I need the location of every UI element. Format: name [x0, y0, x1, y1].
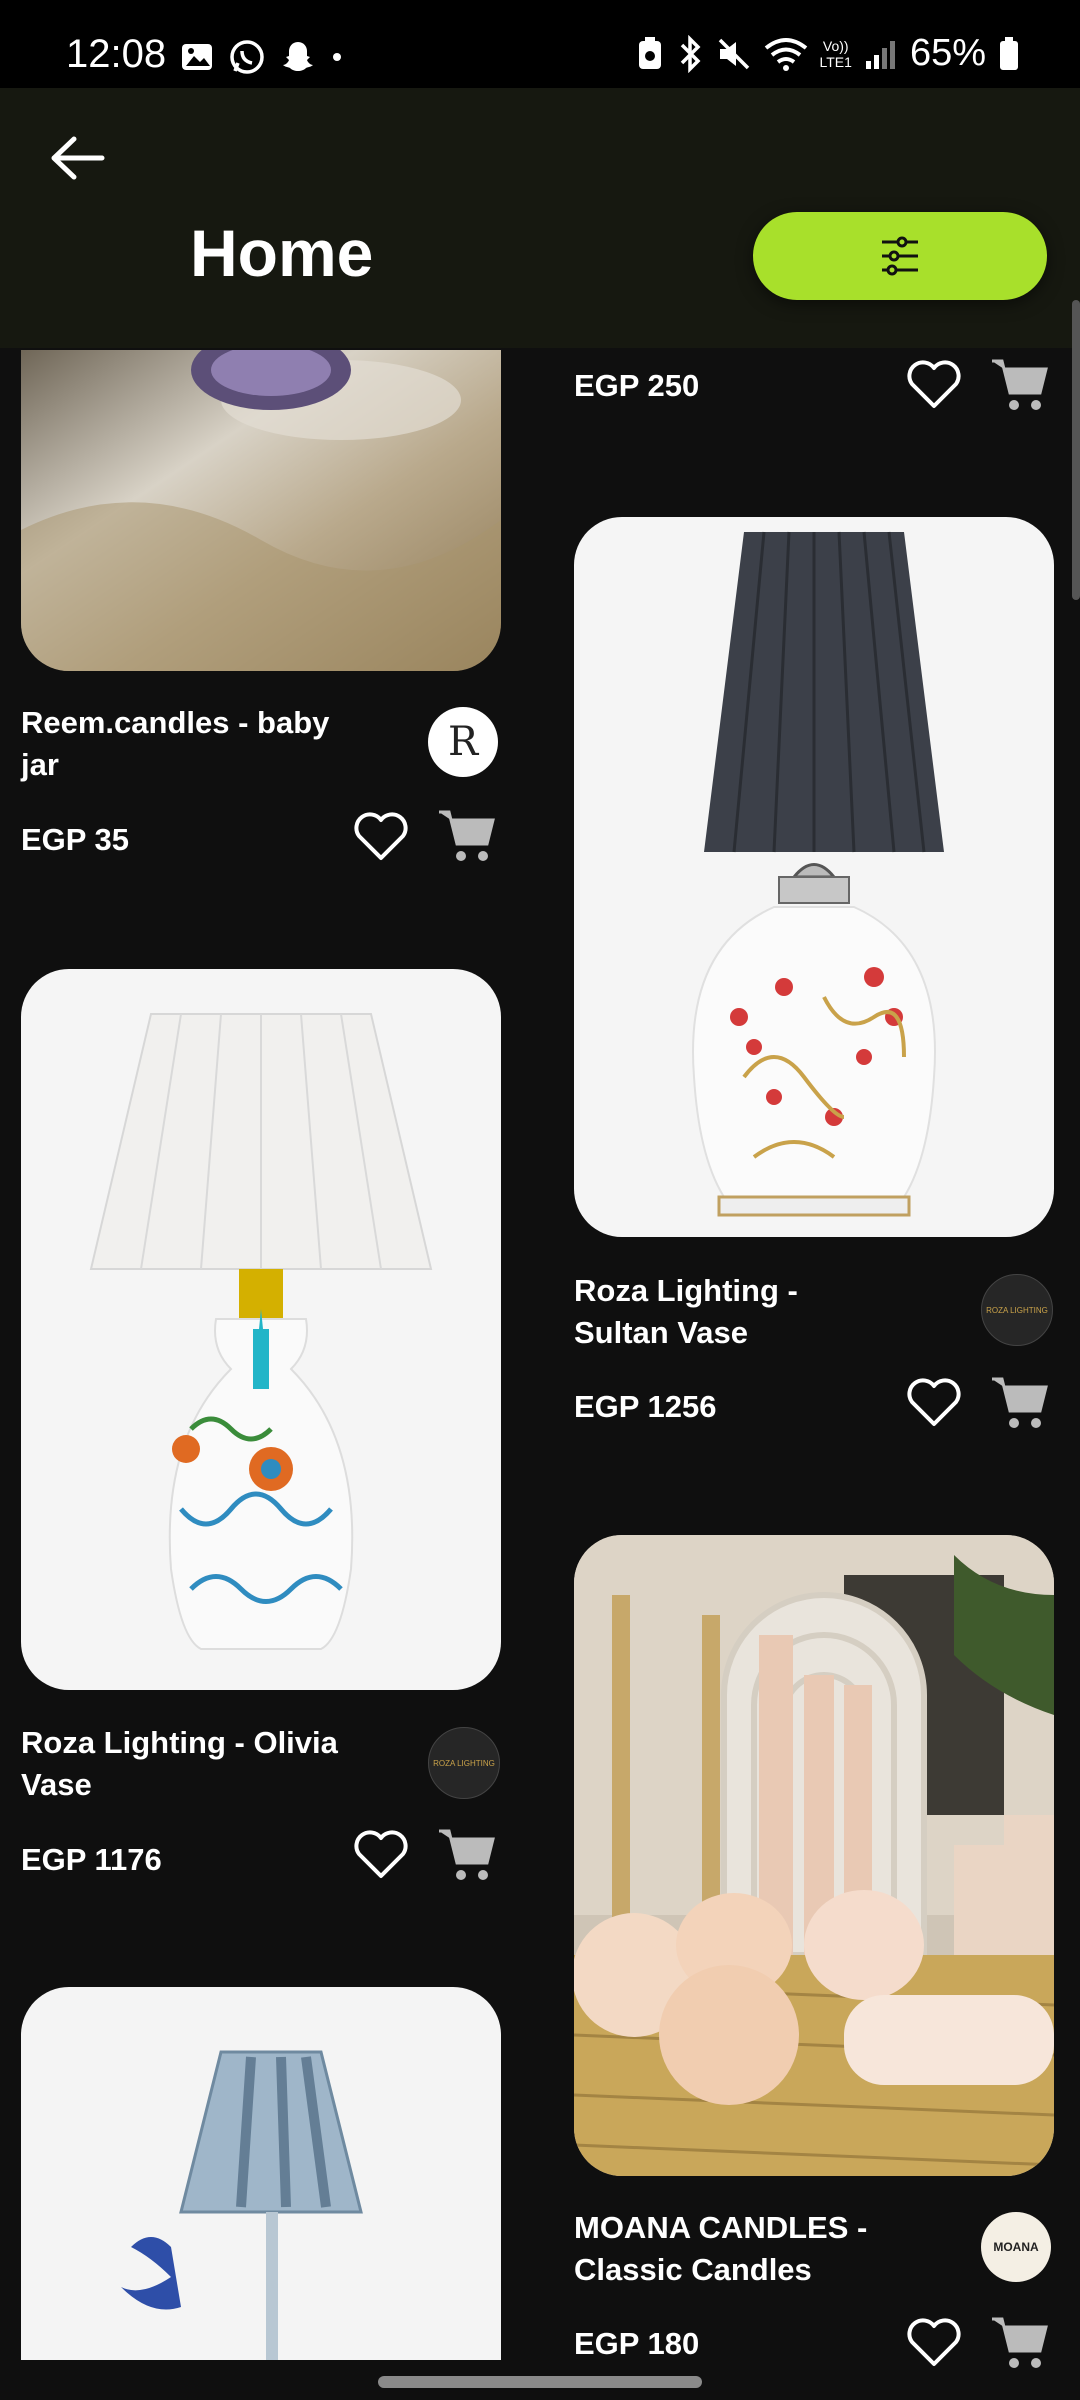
heart-icon[interactable]: [353, 812, 409, 862]
product-image-sultan-vase[interactable]: [574, 517, 1054, 1237]
product-price: EGP 1176: [21, 1842, 162, 1877]
vendor-logo-text: ROZA LIGHTING: [433, 1758, 495, 1768]
lamp-image: [692, 531, 944, 1217]
vendor-logo-text: R: [447, 719, 479, 765]
lte-label: LTE1: [819, 53, 852, 70]
snapchat-icon: [283, 42, 313, 71]
dot-icon: [333, 53, 341, 61]
mute-icon: [718, 38, 749, 69]
battery-icon: [1000, 36, 1018, 70]
vendor-logo-reem[interactable]: R: [428, 707, 498, 777]
scrollbar[interactable]: [1072, 300, 1080, 600]
vendor-logo-roza[interactable]: ROZA LIGHTING: [428, 1727, 500, 1799]
battery-percent: 65%: [909, 32, 986, 74]
product-price: EGP 180: [574, 2326, 700, 2361]
status-bar: 12:08 Vo)) LTE1 65%: [0, 0, 1080, 88]
page-title: Home: [190, 216, 374, 290]
lamp-image: [89, 1013, 433, 1650]
candles-image: [574, 1535, 1054, 2176]
cart-icon[interactable]: [990, 1373, 1050, 1433]
heart-icon[interactable]: [906, 360, 962, 410]
product-image-moana-candles[interactable]: [574, 1535, 1054, 2176]
product-image-reem-candles[interactable]: [21, 350, 501, 671]
glass-lamp-image: [121, 2050, 363, 2360]
candle-jar-image: [21, 350, 501, 671]
back-arrow-icon[interactable]: [48, 133, 108, 183]
app-header: Home: [0, 88, 1080, 348]
filter-button[interactable]: [753, 212, 1047, 300]
signal-icon: [865, 40, 895, 69]
whatsapp-icon: [230, 40, 264, 74]
product-price: EGP 35: [21, 822, 130, 857]
cart-icon[interactable]: [437, 1825, 497, 1885]
heart-icon[interactable]: [353, 1830, 409, 1880]
gallery-icon: [182, 44, 212, 70]
heart-icon[interactable]: [906, 2318, 962, 2368]
home-indicator[interactable]: [378, 2376, 702, 2388]
heart-icon[interactable]: [906, 1378, 962, 1428]
vendor-logo-text: MOANA: [993, 2240, 1039, 2254]
product-name[interactable]: Roza Lighting - Sultan Vase: [574, 1270, 894, 1354]
cart-icon[interactable]: [437, 806, 497, 866]
product-price: EGP 1256: [574, 1389, 717, 1424]
product-name[interactable]: Roza Lighting - Olivia Vase: [21, 1722, 341, 1806]
product-price: EGP 250: [574, 368, 700, 403]
vendor-logo-roza[interactable]: ROZA LIGHTING: [981, 1274, 1053, 1346]
bluetooth-icon: [680, 34, 700, 73]
wifi-icon: [764, 37, 807, 71]
sliders-icon: [882, 236, 918, 276]
vendor-logo-text: ROZA LIGHTING: [986, 1305, 1048, 1315]
system-icons: Vo)) LTE1 65%: [636, 32, 1021, 75]
volte-label: Vo)): [822, 37, 849, 54]
cart-icon[interactable]: [990, 355, 1050, 415]
product-image-olivia-vase[interactable]: [21, 969, 501, 1690]
notification-icons: [180, 38, 344, 76]
product-image-glass-lamp[interactable]: [21, 1987, 501, 2360]
status-time: 12:08: [66, 32, 167, 76]
product-name[interactable]: Reem.candles - baby jar: [21, 702, 341, 786]
cart-icon[interactable]: [990, 2313, 1050, 2373]
battery-saver-icon: [638, 36, 661, 69]
product-name[interactable]: MOANA CANDLES - Classic Candles: [574, 2207, 914, 2291]
vendor-logo-moana[interactable]: MOANA: [981, 2212, 1051, 2282]
volte-indicator: Vo)) LTE1: [820, 38, 852, 70]
